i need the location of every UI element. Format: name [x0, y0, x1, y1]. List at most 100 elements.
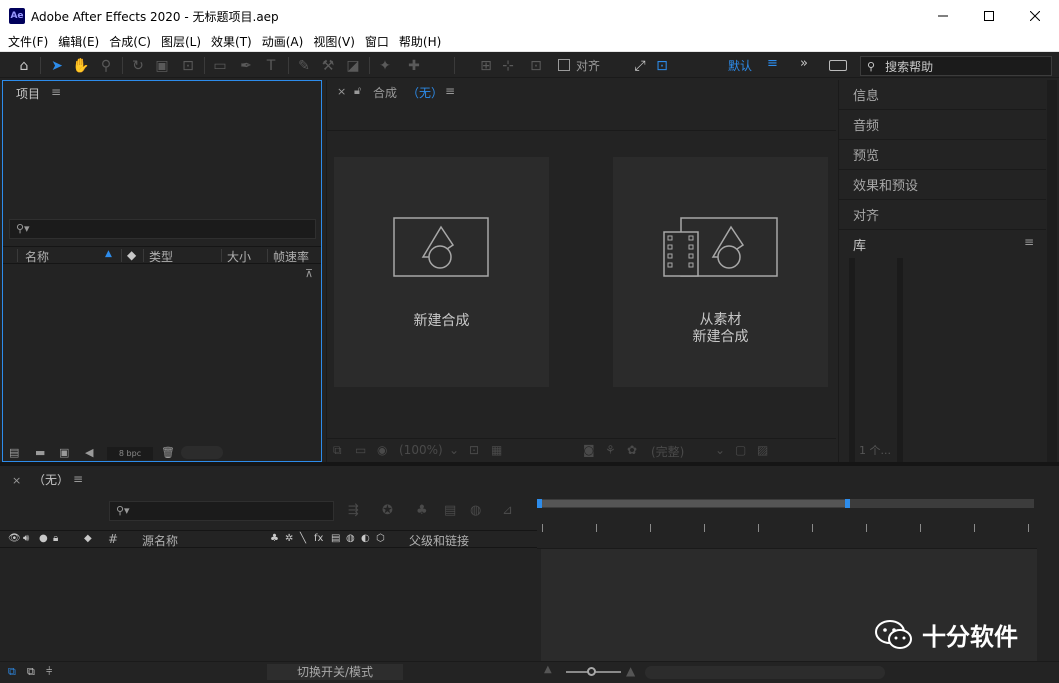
maximize-button[interactable]: [966, 0, 1012, 32]
monitor-icon[interactable]: ▭: [355, 443, 366, 457]
show-snapshot-icon[interactable]: ⚘: [605, 443, 616, 457]
work-area-start-handle[interactable]: [537, 499, 542, 508]
right-panel-scrollbar[interactable]: [1047, 80, 1057, 462]
close-tab-icon[interactable]: ×: [12, 474, 21, 487]
quality-switch-icon[interactable]: ╲: [300, 533, 306, 544]
audio-panel[interactable]: 音频: [839, 110, 1046, 140]
new-comp-from-footage-card[interactable]: 从素材 新建合成: [613, 157, 828, 387]
column-frame-rate[interactable]: 帧速率: [273, 248, 309, 265]
work-area-end-handle[interactable]: [845, 499, 850, 508]
composition-menu-icon[interactable]: ≡: [445, 84, 455, 98]
snap-edges-icon[interactable]: ⤢: [630, 56, 650, 76]
time-ruler[interactable]: [537, 524, 1034, 534]
libraries-panel-title[interactable]: 库: [853, 235, 866, 254]
fit-icon[interactable]: ⊡: [469, 443, 479, 457]
world-axis-icon[interactable]: ⊹: [498, 56, 518, 76]
help-search-input[interactable]: ⚲ 搜索帮助: [860, 56, 1052, 76]
align-panel[interactable]: 对齐: [839, 200, 1046, 230]
label-tag-icon[interactable]: ◆: [84, 533, 92, 544]
zoom-tool-icon[interactable]: ⚲: [96, 56, 116, 76]
frame-blending-icon[interactable]: ▤: [444, 503, 456, 518]
timeline-menu-icon[interactable]: ≡: [73, 472, 83, 486]
libraries-menu-icon[interactable]: ≡: [1024, 235, 1034, 249]
menu-help[interactable]: 帮助(H): [395, 33, 445, 50]
menu-view[interactable]: 视图(V): [309, 33, 359, 50]
pan-behind-tool-icon[interactable]: ⊡: [178, 56, 198, 76]
channel-icon[interactable]: ✿: [627, 443, 637, 457]
pen-tool-icon[interactable]: ✒: [236, 56, 256, 76]
new-composition-card[interactable]: 新建合成: [334, 157, 549, 387]
new-composition-icon[interactable]: ▣: [59, 446, 69, 459]
label-tag-icon[interactable]: ◆: [127, 248, 136, 262]
composition-mini-flowchart-icon[interactable]: ⇶: [348, 503, 359, 518]
eye-icon[interactable]: 👁︎: [8, 533, 21, 544]
column-parent-link[interactable]: 父级和链接: [409, 532, 469, 549]
sort-ascending-icon[interactable]: ▲: [105, 249, 112, 259]
in-out-panes-icon[interactable]: ⫩: [46, 665, 52, 679]
transparency-grid-icon[interactable]: ▨: [757, 443, 768, 457]
home-icon[interactable]: ⌂: [14, 56, 34, 76]
preview-panel[interactable]: 预览: [839, 140, 1046, 170]
resolution-dropdown[interactable]: (完整): [651, 443, 684, 460]
3d-layer-switch-icon[interactable]: ⬡: [376, 533, 385, 544]
collapse-switch-icon[interactable]: ✲: [285, 533, 293, 544]
region-of-interest-icon[interactable]: ▢: [735, 443, 746, 457]
workspace-menu-icon[interactable]: ≡: [767, 56, 778, 71]
flowchart-icon[interactable]: ⊼: [305, 267, 313, 280]
menu-window[interactable]: 窗口: [361, 33, 393, 50]
new-folder-icon[interactable]: ▬: [35, 446, 45, 459]
close-tab-icon[interactable]: ×: [337, 85, 346, 98]
puppet-tool-icon[interactable]: ✚: [404, 56, 424, 76]
composition-tab-label[interactable]: 合成: [373, 84, 397, 101]
snap-features-icon[interactable]: ⊡: [652, 56, 672, 76]
info-panel[interactable]: 信息: [839, 80, 1046, 110]
effects-presets-panel[interactable]: 效果和预设: [839, 170, 1046, 200]
chevron-down-icon[interactable]: ⌄: [449, 443, 459, 457]
hand-tool-icon[interactable]: ✋: [71, 56, 91, 76]
menu-effect[interactable]: 效果(T): [207, 33, 256, 50]
zoom-in-icon[interactable]: ▲: [626, 664, 635, 678]
workspace-default[interactable]: 默认: [728, 57, 752, 74]
view-axis-icon[interactable]: ⊡: [526, 56, 546, 76]
adjustment-layer-switch-icon[interactable]: ◐: [361, 533, 370, 544]
adjust-project-settings-icon[interactable]: ◀: [85, 446, 93, 459]
toggle-switches-modes-button[interactable]: 切换开关/模式: [267, 664, 403, 680]
local-axis-icon[interactable]: ⊞: [476, 56, 496, 76]
always-preview-icon[interactable]: ⧉: [333, 443, 342, 458]
chevron-down-icon[interactable]: ⌄: [715, 443, 725, 457]
lock-icon[interactable]: 🔒︎: [53, 533, 58, 544]
composition-tab-name[interactable]: （无）: [407, 84, 443, 101]
graph-editor-icon[interactable]: ⊿: [502, 503, 513, 518]
bit-depth-button[interactable]: 8 bpc: [107, 447, 153, 460]
clone-stamp-tool-icon[interactable]: ⚒: [318, 56, 338, 76]
mask-visibility-icon[interactable]: ◉: [377, 443, 387, 457]
timeline-tab-name[interactable]: （无）: [33, 471, 69, 488]
column-layer-number[interactable]: #: [108, 532, 118, 546]
project-panel-menu-icon[interactable]: ≡: [51, 85, 61, 99]
menu-composition[interactable]: 合成(C): [105, 33, 155, 50]
column-size[interactable]: 大小: [227, 248, 251, 265]
timeline-zoom-slider[interactable]: [587, 667, 596, 676]
column-type[interactable]: 类型: [149, 248, 173, 265]
interpret-footage-icon[interactable]: ▤: [9, 446, 19, 459]
column-source-name[interactable]: 源名称: [142, 532, 178, 549]
frame-blend-switch-icon[interactable]: ▤: [331, 533, 340, 544]
zoom-out-icon[interactable]: ▲: [544, 664, 552, 675]
timeline-search-input[interactable]: ⚲▾: [109, 501, 334, 521]
menu-animation[interactable]: 动画(A): [258, 33, 308, 50]
eraser-tool-icon[interactable]: ◪: [343, 56, 363, 76]
motion-blur-icon[interactable]: ◍: [470, 503, 481, 518]
magnification-dropdown[interactable]: (100%): [399, 443, 443, 457]
more-workspaces-icon[interactable]: »: [800, 56, 808, 71]
shy-layers-icon[interactable]: ♣: [416, 503, 428, 518]
draft-3d-icon[interactable]: ✪: [382, 503, 393, 518]
solo-icon[interactable]: ●: [39, 533, 48, 544]
project-search-input[interactable]: ⚲▾: [9, 219, 316, 239]
rectangle-tool-icon[interactable]: ▭: [210, 56, 230, 76]
motion-blur-switch-icon[interactable]: ◍: [346, 533, 355, 544]
grid-icon[interactable]: ▦: [491, 443, 502, 457]
timeline-layers-area[interactable]: [0, 549, 537, 661]
audio-icon[interactable]: 🔊︎: [23, 533, 29, 544]
keyboard-shortcuts-icon[interactable]: [829, 60, 847, 71]
menu-file[interactable]: 文件(F): [4, 33, 52, 50]
